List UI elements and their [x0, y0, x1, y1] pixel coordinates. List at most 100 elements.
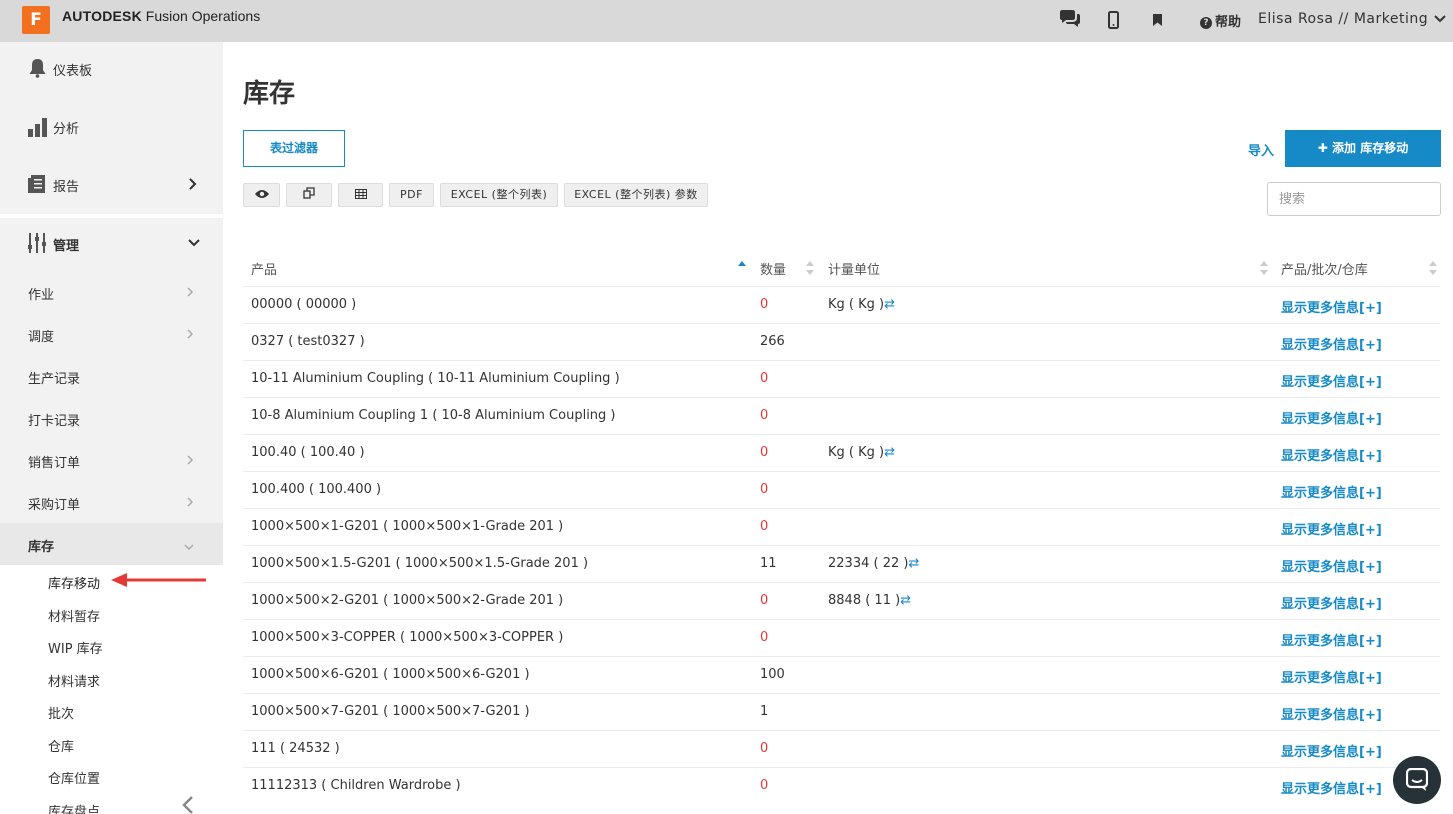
search-input[interactable] — [1267, 182, 1441, 216]
show-more-link[interactable]: 显示更多信息[+] — [1281, 482, 1382, 501]
show-more-link[interactable]: 显示更多信息[+] — [1281, 778, 1382, 797]
export-excel-button[interactable]: EXCEL (整个列表) — [440, 183, 558, 207]
convert-icon[interactable]: ⇄ — [900, 593, 911, 608]
sidebar-leaf-stock-movement[interactable]: 库存移动 — [48, 573, 100, 592]
sidebar-leaf-warehouse-locations[interactable]: 仓库位置 — [48, 768, 100, 787]
sidebar-leaf-stock-count[interactable]: 库存盘点 — [48, 801, 100, 814]
collapse-sidebar-icon[interactable] — [181, 796, 195, 814]
sort-asc-icon[interactable] — [737, 260, 747, 276]
table-row: 0327 ( test0327 ) 266 显示更多信息[+] — [243, 323, 1440, 360]
cell-product: 10-8 Aluminium Coupling 1 ( 10-8 Alumini… — [251, 408, 616, 423]
show-more-link[interactable]: 显示更多信息[+] — [1281, 741, 1382, 760]
column-header-unit[interactable]: 计量单位 — [828, 259, 880, 278]
chat-bubble-icon — [1405, 767, 1429, 796]
visibility-button[interactable] — [243, 183, 280, 207]
unit-label: 8848 ( 11 ) — [828, 593, 901, 608]
support-chat-button[interactable] — [1393, 756, 1441, 804]
plus-icon: ✚ — [1317, 141, 1333, 155]
brand-name: AUTODESK Fusion Operations — [62, 8, 260, 24]
chevron-down-icon — [188, 237, 200, 252]
export-excel-params-button[interactable]: EXCEL (整个列表) 参数 — [564, 183, 708, 207]
cell-unit: 8848 ( 11 )⇄ — [828, 593, 911, 608]
sidebar-leaf-batches[interactable]: 批次 — [48, 703, 74, 722]
sidebar-item-analysis[interactable]: 分析 — [0, 100, 223, 152]
cell-product: 00000 ( 00000 ) — [251, 297, 357, 312]
show-more-link[interactable]: 显示更多信息[+] — [1281, 334, 1382, 353]
convert-icon[interactable]: ⇄ — [908, 556, 919, 571]
show-more-link[interactable]: 显示更多信息[+] — [1281, 556, 1382, 575]
sort-icon[interactable] — [1259, 260, 1269, 280]
show-more-link[interactable]: 显示更多信息[+] — [1281, 630, 1382, 649]
unit-label: Kg ( Kg ) — [828, 297, 885, 312]
cell-quantity: 0 — [760, 593, 769, 608]
cell-quantity: 0 — [760, 519, 769, 534]
show-more-link[interactable]: 显示更多信息[+] — [1281, 704, 1382, 723]
show-more-link[interactable]: 显示更多信息[+] — [1281, 297, 1382, 316]
table-row: 1000×500×6-G201 ( 1000×500×6-G201 ) 100 … — [243, 656, 1440, 693]
sidebar-leaf-wip-inventory[interactable]: WIP 库存 — [48, 638, 103, 657]
top-bar: F AUTODESK Fusion Operations ? 帮助 Elisa R… — [0, 0, 1453, 42]
sidebar-item-production-records[interactable]: 生产记录 — [0, 355, 223, 397]
table-filter-button[interactable]: 表过滤器 — [243, 130, 345, 167]
sidebar-item-inventory[interactable]: 库存 — [0, 523, 223, 565]
help-link[interactable]: ? 帮助 — [1200, 11, 1241, 30]
sidebar-item-purchase-orders[interactable]: 采购订单 — [0, 481, 223, 523]
sidebar-item-jobs[interactable]: 作业 — [0, 271, 223, 313]
sidebar: 仪表板 分析 报告 管理 作业 调度 生产记录 打卡记录 销售订单 采购订单 库… — [0, 42, 223, 814]
copy-button[interactable] — [286, 183, 332, 207]
table-row: 1000×500×3-COPPER ( 1000×500×3-COPPER ) … — [243, 619, 1440, 656]
sidebar-item-sales-orders[interactable]: 销售订单 — [0, 439, 223, 481]
brand-product: Fusion Operations — [145, 8, 261, 24]
show-more-link[interactable]: 显示更多信息[+] — [1281, 371, 1382, 390]
show-more-link[interactable]: 显示更多信息[+] — [1281, 593, 1382, 612]
cell-quantity: 0 — [760, 408, 769, 423]
sidebar-item-label: 报告 — [53, 180, 80, 195]
sort-icon[interactable] — [805, 260, 815, 280]
user-menu[interactable]: Elisa Rosa // Marketing — [1258, 11, 1428, 27]
cell-quantity: 0 — [760, 371, 769, 386]
table-row: 100.400 ( 100.400 ) 0 显示更多信息[+] — [243, 471, 1440, 508]
show-more-link[interactable]: 显示更多信息[+] — [1281, 667, 1382, 686]
sidebar-item-scheduling[interactable]: 调度 — [0, 313, 223, 355]
cell-product: 1000×500×1-G201 ( 1000×500×1-Grade 201 ) — [251, 519, 564, 534]
sidebar-leaf-material-staging[interactable]: 材料暂存 — [48, 606, 100, 625]
sidebar-item-manage[interactable]: 管理 — [0, 218, 223, 266]
import-link[interactable]: 导入 — [1248, 140, 1274, 159]
sidebar-item-label: 库存 — [28, 540, 55, 555]
show-more-link[interactable]: 显示更多信息[+] — [1281, 519, 1382, 538]
bookmark-icon[interactable] — [1152, 13, 1163, 31]
sidebar-leaf-warehouses[interactable]: 仓库 — [48, 736, 74, 755]
column-header-product[interactable]: 产品 — [251, 259, 277, 278]
chevron-down-icon[interactable] — [1434, 12, 1446, 32]
sidebar-item-punch-records[interactable]: 打卡记录 — [0, 397, 223, 439]
show-more-link[interactable]: 显示更多信息[+] — [1281, 445, 1382, 464]
show-more-link[interactable]: 显示更多信息[+] — [1281, 408, 1382, 427]
columns-button[interactable] — [338, 183, 383, 207]
table-row: 1000×500×7-G201 ( 1000×500×7-G201 ) 1 显示… — [243, 693, 1440, 730]
table-row: 1000×500×1.5-G201 ( 1000×500×1.5-Grade 2… — [243, 545, 1440, 582]
column-header-product-batch-warehouse[interactable]: 产品/批次/仓库 — [1281, 259, 1368, 278]
sort-icon[interactable] — [1428, 260, 1438, 280]
export-pdf-button[interactable]: PDF — [389, 183, 434, 207]
chevron-down-icon — [184, 540, 194, 555]
cell-unit: Kg ( Kg )⇄ — [828, 297, 895, 312]
convert-icon[interactable]: ⇄ — [884, 297, 895, 312]
chat-icon[interactable] — [1058, 9, 1082, 33]
table-row: 100.40 ( 100.40 ) 0 Kg ( Kg )⇄ 显示更多信息[+] — [243, 434, 1440, 471]
column-header-quantity[interactable]: 数量 — [760, 259, 786, 278]
table-icon — [354, 188, 367, 201]
fusion-logo[interactable]: F — [22, 6, 50, 34]
cell-quantity: 0 — [760, 630, 769, 645]
sidebar-item-dashboard[interactable]: 仪表板 — [0, 42, 223, 94]
cell-product: 1000×500×2-G201 ( 1000×500×2-Grade 201 ) — [251, 593, 564, 608]
add-stock-movement-button[interactable]: ✚ 添加 库存移动 — [1285, 130, 1441, 167]
cell-product: 1000×500×6-G201 ( 1000×500×6-G201 ) — [251, 667, 530, 682]
sidebar-item-reports[interactable]: 报告 — [0, 158, 223, 210]
report-icon — [28, 174, 46, 198]
convert-icon[interactable]: ⇄ — [884, 445, 895, 460]
mobile-icon[interactable] — [1108, 11, 1119, 33]
bell-icon — [28, 58, 47, 82]
table-row: 11112313 ( Children Wardrobe ) 0 显示更多信息[… — [243, 767, 1440, 804]
cell-unit: Kg ( Kg )⇄ — [828, 445, 895, 460]
sidebar-leaf-material-requests[interactable]: 材料请求 — [48, 671, 100, 690]
